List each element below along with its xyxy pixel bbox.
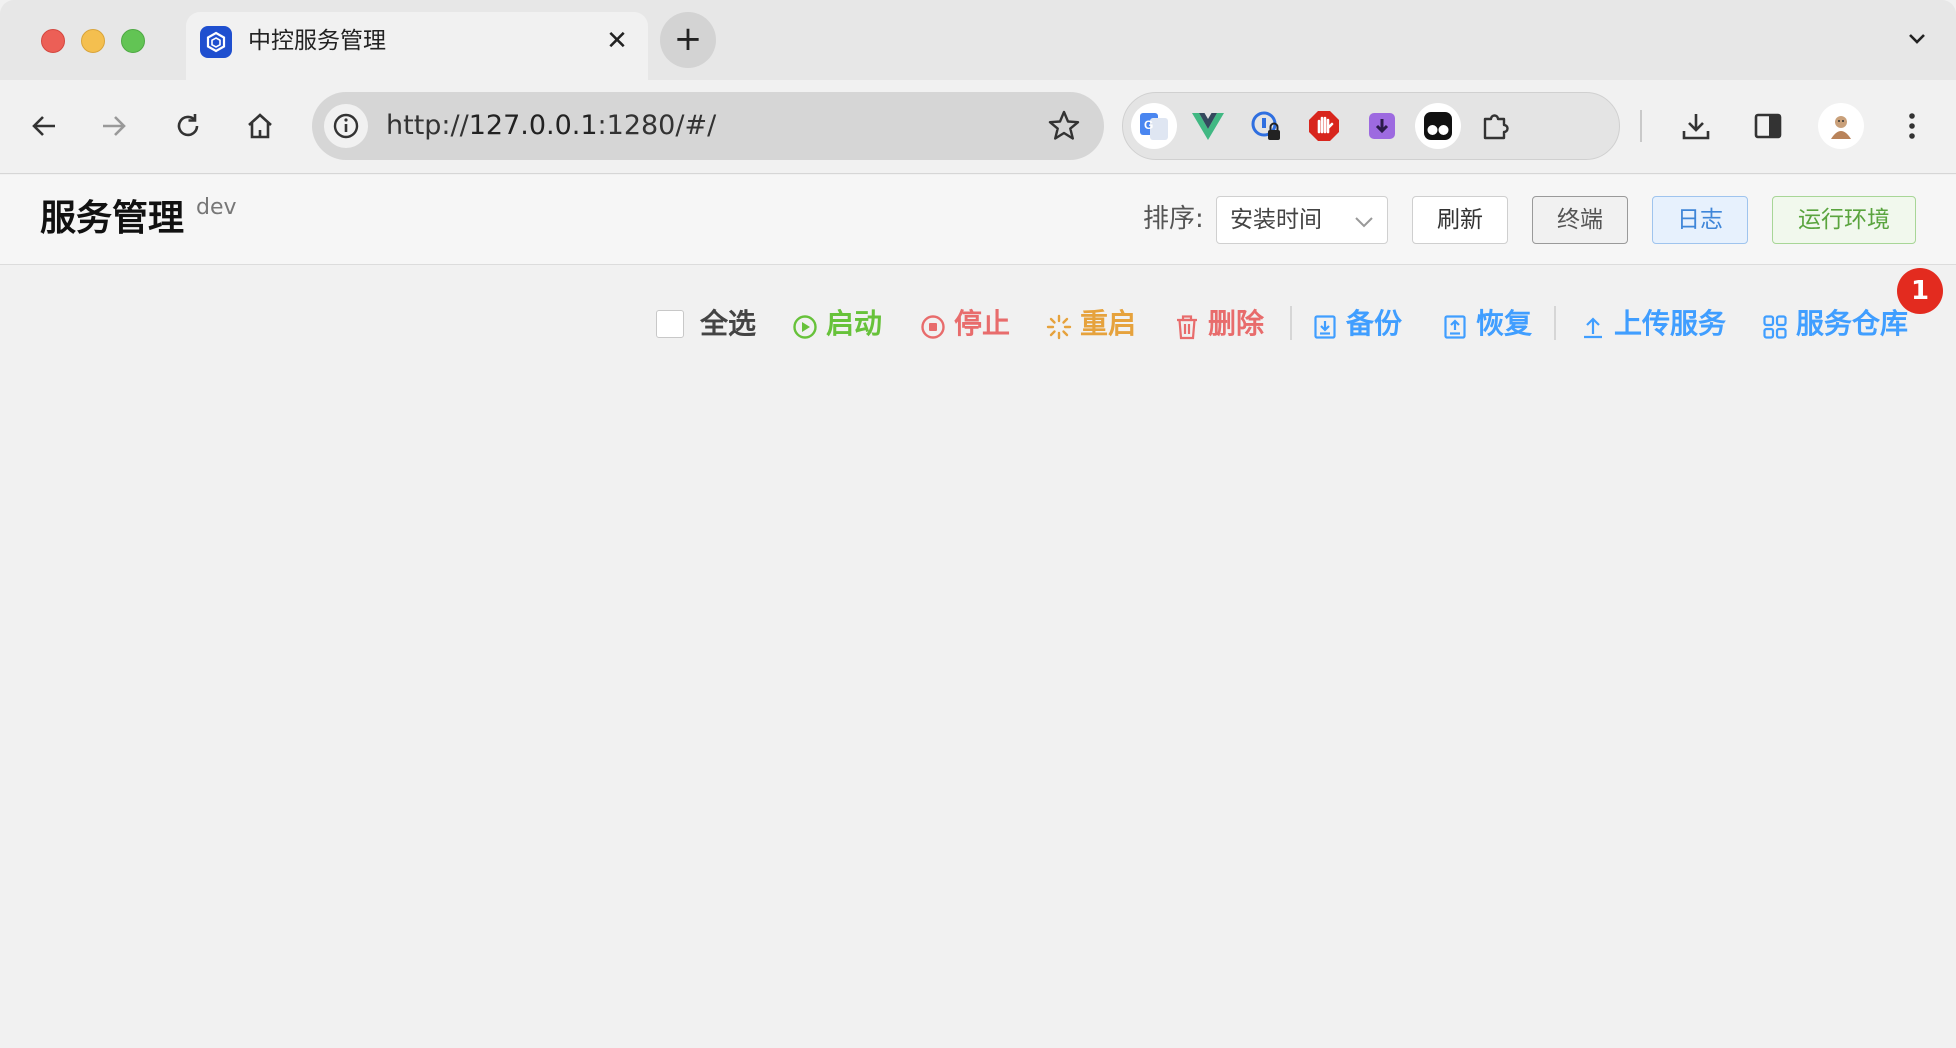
tab-title: 中控服务管理 (248, 28, 386, 54)
home-icon[interactable] (238, 104, 282, 148)
address-bar[interactable]: http://127.0.0.1:1280/#/ (312, 92, 1104, 160)
grid-icon (1762, 311, 1788, 339)
stop-icon (920, 311, 946, 339)
upload-service-button[interactable]: 上传服务 (1580, 304, 1726, 344)
chevron-down-icon (1353, 211, 1375, 233)
logs-button[interactable]: 日志 (1652, 196, 1748, 244)
action-bar: 全选 启动 停止 重启 删除 备份 恢复 上传服务 服务仓库 (0, 290, 1956, 356)
maximize-window-button[interactable] (121, 29, 145, 53)
tab-strip: 中控服务管理 ✕ + (0, 0, 1956, 80)
browser-menu-icon[interactable] (1890, 104, 1934, 148)
stop-label: 停止 (954, 307, 1011, 340)
sort-select-value: 安装时间 (1230, 207, 1322, 233)
svg-text:G: G (1144, 118, 1153, 132)
restore-icon (1442, 311, 1468, 339)
backup-icon (1312, 311, 1338, 339)
password-manager-icon[interactable] (1243, 103, 1289, 149)
runtime-env-button[interactable]: 运行环境 (1772, 196, 1916, 244)
restore-label: 恢复 (1476, 307, 1533, 340)
delete-label: 删除 (1208, 307, 1265, 340)
env-tag: dev (196, 195, 237, 220)
page-title: 服务管理 (40, 198, 185, 239)
reload-icon[interactable] (166, 104, 210, 148)
forward-arrow-icon[interactable] (92, 104, 136, 148)
site-info-icon[interactable] (324, 104, 368, 148)
google-translate-icon[interactable]: G (1131, 103, 1177, 149)
action-divider (1554, 306, 1556, 340)
bookmark-star-icon[interactable] (1046, 108, 1082, 144)
start-label: 启动 (826, 307, 883, 340)
refresh-button[interactable]: 刷新 (1412, 196, 1508, 244)
app-header: 服务管理 dev 排序: 安装时间 刷新 终端 日志 运行环境 (0, 175, 1956, 265)
toolbar-divider (1640, 110, 1642, 142)
delete-button[interactable]: 删除 (1174, 304, 1264, 344)
action-divider (1290, 306, 1292, 340)
backup-label: 备份 (1346, 307, 1403, 340)
stop-button[interactable]: 停止 (920, 304, 1010, 344)
back-arrow-icon[interactable] (22, 104, 66, 148)
new-tab-button[interactable]: + (660, 12, 716, 68)
select-all-label[interactable]: 全选 (700, 304, 756, 344)
browser-toolbar: http://127.0.0.1:1280/#/ G (0, 80, 1956, 174)
url-host: 127.0.0.1 (468, 110, 598, 141)
terminal-button[interactable]: 终端 (1532, 196, 1628, 244)
play-icon (792, 311, 818, 339)
backup-button[interactable]: 备份 (1312, 304, 1402, 344)
extensions-group: G (1122, 92, 1620, 160)
restart-button[interactable]: 重启 (1046, 304, 1136, 344)
start-button[interactable]: 启动 (792, 304, 882, 344)
extensions-puzzle-icon[interactable] (1473, 103, 1519, 149)
vue-devtools-icon[interactable] (1185, 103, 1231, 149)
downloader-extension-icon[interactable] (1359, 103, 1405, 149)
restart-label: 重启 (1080, 307, 1137, 340)
service-repository-button[interactable]: 服务仓库 (1762, 304, 1908, 344)
adblock-icon[interactable] (1301, 103, 1347, 149)
notification-badge: 1 (1897, 268, 1943, 314)
active-tab[interactable]: 中控服务管理 ✕ (186, 12, 648, 80)
restore-button[interactable]: 恢复 (1442, 304, 1532, 344)
browser-window: 中控服务管理 ✕ + http://127.0.0.1:1280/#/ G 服务… (0, 0, 1956, 1048)
loading-spinner-icon (1046, 311, 1072, 340)
app-logo-icon (200, 26, 232, 58)
trash-icon (1174, 311, 1200, 340)
sort-select[interactable]: 安装时间 (1216, 196, 1388, 244)
upload-service-label: 上传服务 (1614, 307, 1727, 340)
minimize-window-button[interactable] (81, 29, 105, 53)
tampermonkey-icon[interactable] (1415, 103, 1461, 149)
close-window-button[interactable] (41, 29, 65, 53)
upload-icon (1580, 311, 1606, 339)
select-all-checkbox[interactable] (656, 310, 684, 338)
url-path: :1280/#/ (597, 110, 717, 141)
tab-search-chevron-icon[interactable] (1900, 22, 1934, 56)
url-scheme: http:// (386, 110, 469, 141)
side-panel-icon[interactable] (1746, 104, 1790, 148)
url-text[interactable]: http://127.0.0.1:1280/#/ (386, 109, 716, 143)
profile-avatar[interactable] (1818, 103, 1864, 149)
close-tab-icon[interactable]: ✕ (602, 26, 632, 56)
sort-label: 排序: (1143, 204, 1204, 234)
service-repository-label: 服务仓库 (1796, 307, 1909, 340)
download-icon[interactable] (1674, 104, 1718, 148)
